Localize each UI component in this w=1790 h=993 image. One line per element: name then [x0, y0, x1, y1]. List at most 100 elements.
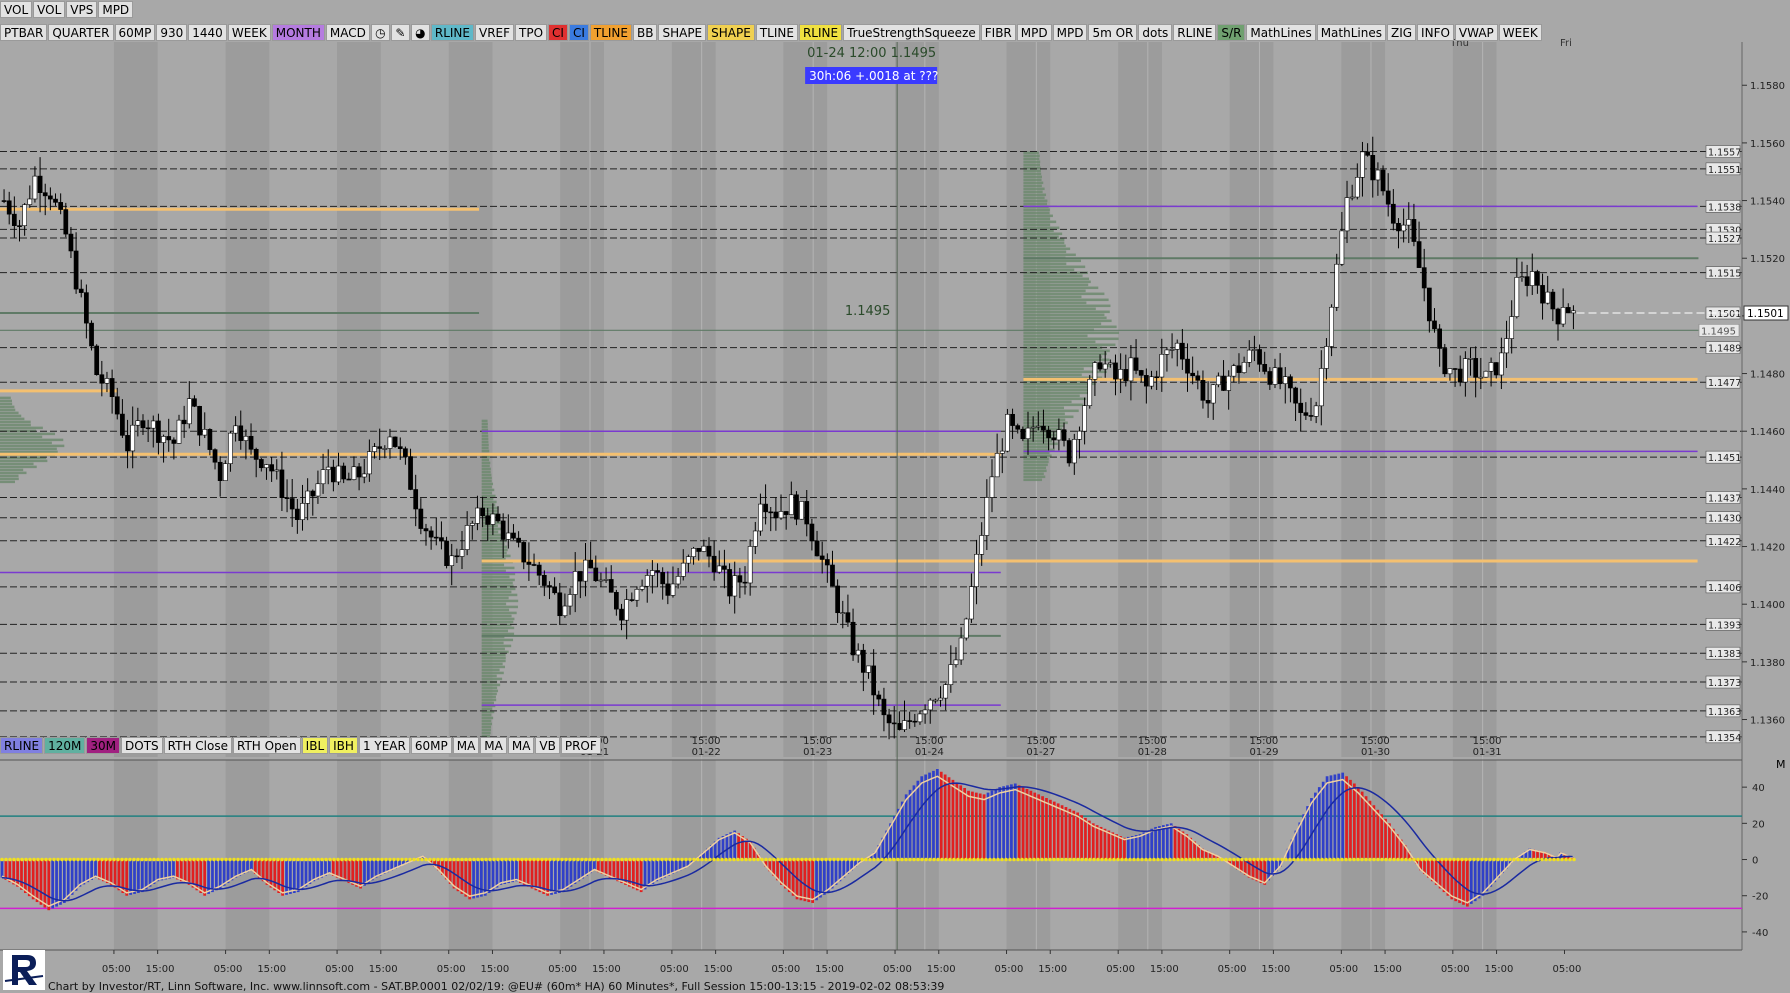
- overlay-rline-button[interactable]: RLINE: [0, 737, 44, 754]
- overlay-30m-button[interactable]: 30M: [86, 737, 121, 754]
- study-ci-button[interactable]: CI: [548, 24, 568, 41]
- candle-up: [1252, 349, 1257, 351]
- volume-profile-bar: [1023, 163, 1041, 167]
- candle-up: [300, 503, 305, 520]
- overlay-120m-button[interactable]: 120M: [44, 737, 86, 754]
- candle-up: [1488, 362, 1494, 372]
- indicator-vps-button[interactable]: VPS: [66, 1, 98, 18]
- study-tline-button[interactable]: TLINE: [755, 24, 798, 41]
- zero-dot: [396, 857, 400, 862]
- candle-up: [1005, 413, 1010, 452]
- overlay-60mp-button[interactable]: 60MP: [410, 737, 452, 754]
- volume-profile-bar: [481, 641, 504, 645]
- candle-down: [397, 446, 403, 450]
- study-zig-button[interactable]: ZIG: [1386, 24, 1417, 41]
- overlay-ibh-button[interactable]: IBH: [329, 737, 358, 754]
- time-tick-label: 15:00: [480, 964, 509, 975]
- zero-dot: [52, 857, 56, 862]
- zero-dot: [188, 857, 192, 862]
- study-vref-button[interactable]: VREF: [474, 24, 515, 41]
- zero-dot: [528, 857, 532, 862]
- study-bb-button[interactable]: BB: [633, 24, 658, 41]
- overlay-ma-button[interactable]: MA: [452, 737, 480, 754]
- candle-up: [1447, 368, 1453, 375]
- zero-dot: [104, 857, 108, 862]
- candle-down: [608, 579, 614, 593]
- drop-icon[interactable]: ◕: [410, 24, 430, 41]
- candle-down: [809, 523, 815, 542]
- study-shape-button[interactable]: SHAPE: [707, 24, 755, 41]
- study-tpo-button[interactable]: TPO: [515, 24, 548, 41]
- indicator-mpd-button[interactable]: MPD: [98, 1, 134, 18]
- volume-profile-bar: [1023, 202, 1048, 206]
- study-rline-button[interactable]: RLINE: [798, 24, 843, 41]
- study-truestrengthsqueeze-button[interactable]: TrueStrengthSqueeze: [843, 24, 980, 41]
- study-930-button[interactable]: 930: [156, 24, 188, 41]
- study-mathlines-button[interactable]: MathLines: [1246, 24, 1316, 41]
- volume-profile-bar: [1023, 307, 1096, 311]
- zero-dot: [1404, 857, 1408, 862]
- candle-up: [186, 398, 192, 425]
- study-fibr-button[interactable]: FIBR: [980, 24, 1016, 41]
- study-mathlines-button[interactable]: MathLines: [1316, 24, 1386, 41]
- study-macd-button[interactable]: MACD: [325, 24, 370, 41]
- zero-dot: [872, 857, 876, 862]
- study-mpd-button[interactable]: MPD: [1052, 24, 1088, 41]
- candle-up: [716, 565, 722, 573]
- chart-area[interactable]: 01-24 12:00 1.1495 30h:06 +.0018 at ??? 1.…: [0, 0, 1790, 992]
- candle-down: [511, 532, 516, 539]
- date-label-time: 15:00: [915, 736, 944, 747]
- study-mpd-button[interactable]: MPD: [1016, 24, 1052, 41]
- study-rline-button[interactable]: RLINE: [430, 24, 474, 41]
- study-dots-button[interactable]: dots: [1138, 24, 1173, 41]
- overlay-dots-button[interactable]: DOTS: [121, 737, 163, 754]
- date-label-date: 01-22: [692, 747, 721, 758]
- volume-profile-bar: [0, 471, 27, 475]
- volume-profile-bar: [481, 443, 489, 447]
- overlay-vb-button[interactable]: VB: [535, 737, 560, 754]
- volume-profile-bar: [481, 587, 516, 591]
- candle-down: [814, 540, 820, 557]
- candle-down: [1555, 308, 1561, 325]
- overlay-ma-button[interactable]: MA: [480, 737, 507, 754]
- study-ptbar-button[interactable]: PTBAR: [0, 24, 48, 41]
- study-vwap-button[interactable]: VWAP: [1454, 24, 1498, 41]
- zero-dot: [1308, 857, 1312, 862]
- volume-profile-bar: [1023, 217, 1051, 221]
- volume-profile-bar: [481, 701, 494, 705]
- study-ci-button[interactable]: CI: [568, 24, 589, 41]
- study-shape-button[interactable]: SHAPE: [658, 24, 707, 41]
- overlay-rth-open-button[interactable]: RTH Open: [232, 737, 301, 754]
- study-month-button[interactable]: MONTH: [271, 24, 325, 41]
- study-60mp-button[interactable]: 60MP: [114, 24, 156, 41]
- study-quarter-button[interactable]: QUARTER: [48, 24, 114, 41]
- volume-profile-bar: [1023, 391, 1088, 395]
- overlay-ma-button[interactable]: MA: [507, 737, 535, 754]
- volume-profile-bar: [1023, 355, 1103, 359]
- study-week-button[interactable]: WEEK: [227, 24, 271, 41]
- study-1440-button[interactable]: 1440: [188, 24, 227, 41]
- candle-down: [238, 425, 244, 441]
- volume-profile-bar: [1023, 154, 1040, 158]
- overlay-ibl-button[interactable]: IBL: [301, 737, 329, 754]
- study-week-button[interactable]: WEEK: [1498, 24, 1542, 41]
- volume-profile-bar: [481, 656, 506, 660]
- indicator-vol-button[interactable]: VOL: [33, 1, 66, 18]
- clock-icon[interactable]: ◷: [370, 24, 390, 41]
- zero-dot: [144, 857, 148, 862]
- overlay-rth-close-button[interactable]: RTH Close: [163, 737, 232, 754]
- overlay-1-year-button[interactable]: 1 YEAR: [358, 737, 410, 754]
- study-rline-button[interactable]: RLINE: [1173, 24, 1217, 41]
- indicator-vol-button[interactable]: VOL: [0, 1, 33, 18]
- zero-dot: [1168, 857, 1172, 862]
- volume-profile-bar: [1023, 382, 1096, 386]
- volume-profile-bar: [1023, 223, 1051, 227]
- overlay-prof-button[interactable]: PROF: [560, 737, 601, 754]
- volume-profile-bar: [481, 470, 491, 474]
- study-info-button[interactable]: INFO: [1417, 24, 1454, 41]
- study-s-r-button[interactable]: S/R: [1217, 24, 1246, 41]
- study-tline-button[interactable]: TLINE: [589, 24, 632, 41]
- study-5m-or-button[interactable]: 5m OR: [1088, 24, 1138, 41]
- macd-tick-label: 40: [1752, 783, 1765, 794]
- pencil-icon[interactable]: ✎: [390, 24, 410, 41]
